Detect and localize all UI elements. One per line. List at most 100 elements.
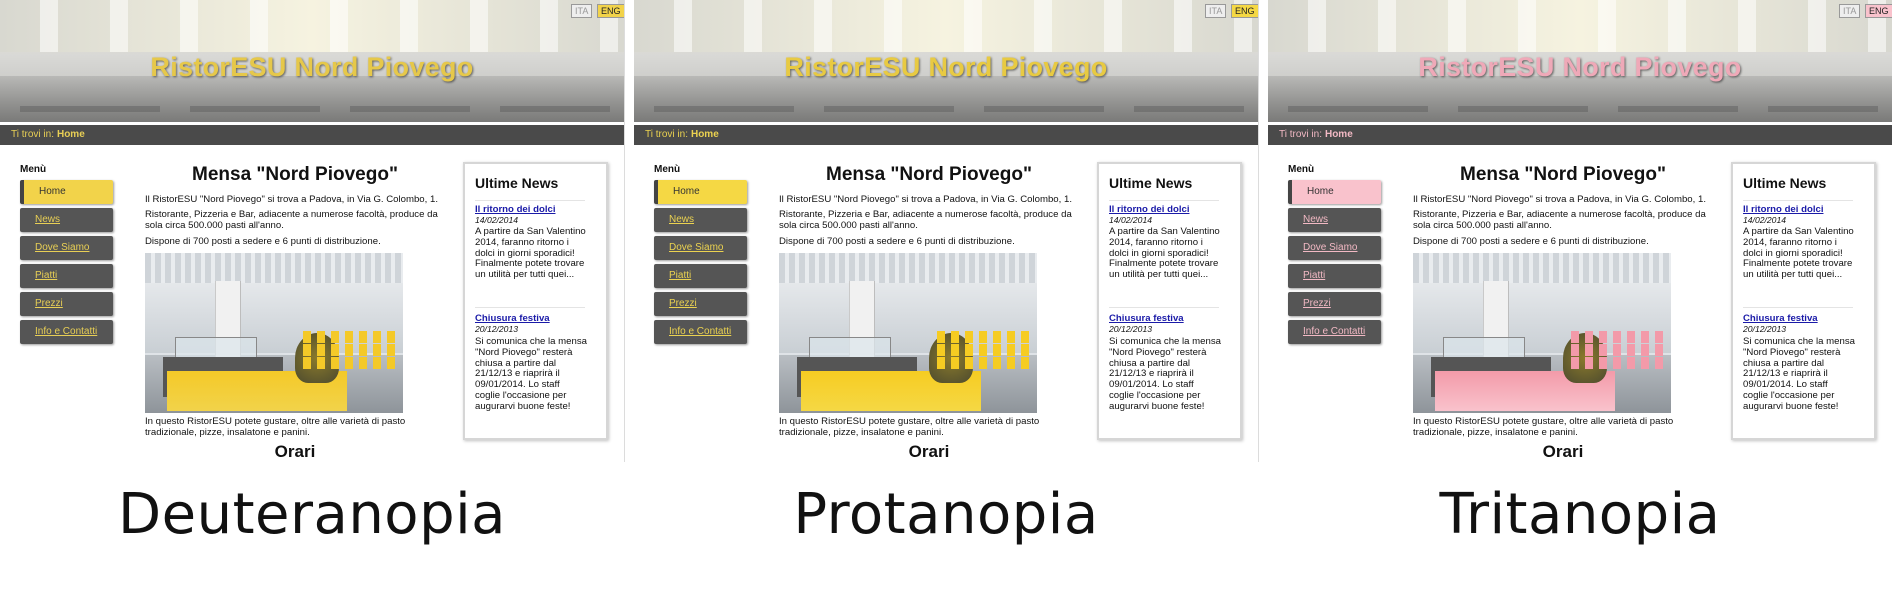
photo-chair: [345, 331, 353, 343]
news-item-1-link[interactable]: Il ritorno dei dolci: [475, 204, 555, 215]
banner-table-row: [350, 106, 470, 112]
lang-eng-button[interactable]: ENG: [597, 4, 624, 18]
photo-chair: [1021, 344, 1029, 356]
news-item-1-date: 14/02/2014: [475, 215, 519, 225]
menu-item-news[interactable]: News: [20, 208, 113, 232]
menu-item-label: News: [35, 214, 61, 225]
banner-table-row: [824, 106, 954, 112]
photo-chair: [1021, 331, 1029, 343]
lang-eng-button[interactable]: ENG: [1231, 4, 1258, 18]
news-item-1-date: 14/02/2014: [1743, 215, 1787, 225]
photo-chair: [1655, 344, 1663, 356]
photo-chair: [1007, 344, 1015, 356]
banner-ceiling-light: [180, 0, 198, 52]
menu-item-piatti[interactable]: Piatti: [20, 264, 113, 288]
news-item-2-date: 20/12/2013: [1109, 324, 1153, 334]
menu-item-dove-siamo[interactable]: Dove Siamo: [1288, 236, 1381, 260]
header-banner: RistorESU Nord Piovego ITA ENG: [634, 0, 1258, 122]
news-item-1-link[interactable]: Il ritorno dei dolci: [1743, 204, 1823, 215]
banner-ceiling-light: [110, 0, 128, 52]
menu-item-home[interactable]: Home: [654, 180, 747, 204]
menu-item-dove-siamo[interactable]: Dove Siamo: [654, 236, 747, 260]
banner-ceiling-light: [1668, 0, 1686, 52]
menu-item-prezzi[interactable]: Prezzi: [20, 292, 113, 316]
menu-item-piatti[interactable]: Piatti: [654, 264, 747, 288]
menu-item-info-e-contatti[interactable]: Info e Contatti: [20, 320, 113, 344]
description-text: Ristorante, Pizzeria e Bar, adiacente a …: [1413, 209, 1706, 231]
menu-item-home[interactable]: Home: [20, 180, 113, 204]
food-text: In questo RistorESU potete gustare, oltr…: [1413, 416, 1674, 438]
food-text: In questo RistorESU potete gustare, oltr…: [145, 416, 406, 438]
photo-chair: [979, 344, 987, 356]
banner-table-row: [500, 106, 610, 112]
photo-chair: [373, 357, 381, 369]
photo-chair: [993, 357, 1001, 369]
menu-item-prezzi[interactable]: Prezzi: [1288, 292, 1381, 316]
menu-title: Menù: [1288, 164, 1315, 175]
description-text: Ristorante, Pizzeria e Bar, adiacente a …: [145, 209, 438, 231]
menu-item-dove-siamo[interactable]: Dove Siamo: [20, 236, 113, 260]
menu-item-label: Home: [39, 186, 66, 197]
breadcrumb: Ti trovi in: Home: [0, 125, 624, 145]
news-item-2-link[interactable]: Chiusura festiva: [1109, 313, 1184, 324]
news-item-2-text: Si comunica che la mensa "Nord Piovego" …: [475, 336, 587, 412]
photo-chair: [1599, 357, 1607, 369]
photo-chairs: [303, 331, 403, 371]
website-panel-deuteranopia: RistorESU Nord Piovego ITA ENG Ti trovi in:…: [0, 0, 625, 462]
menu-item-news[interactable]: News: [1288, 208, 1381, 232]
lang-eng-button[interactable]: ENG: [1865, 4, 1892, 18]
photo-chair: [1599, 331, 1607, 343]
photo-chair: [951, 344, 959, 356]
photo-chair: [387, 344, 395, 356]
menu-item-info-e-contatti[interactable]: Info e Contatti: [1288, 320, 1381, 344]
news-item-2-text: Si comunica che la mensa "Nord Piovego" …: [1109, 336, 1221, 412]
lang-ita-button[interactable]: ITA: [571, 4, 593, 18]
menu-item-home[interactable]: Home: [1288, 180, 1381, 204]
site-title: RistorESU Nord Piovego: [1418, 52, 1742, 82]
breadcrumb-current[interactable]: Home: [1325, 129, 1353, 140]
photo-chair: [937, 331, 945, 343]
photo-chair: [345, 344, 353, 356]
banner-table-row: [20, 106, 160, 112]
breadcrumb-text: Ti trovi in: Home: [634, 125, 1258, 145]
banner-ceiling: [634, 0, 1258, 52]
lang-ita-button[interactable]: ITA: [1205, 4, 1227, 18]
banner-ceiling-light: [250, 0, 268, 52]
news-heading: Ultime News: [1109, 175, 1193, 191]
banner-table-row: [1458, 106, 1588, 112]
lang-ita-button[interactable]: ITA: [1839, 4, 1861, 18]
banner-ceiling-light: [814, 0, 832, 52]
banner-table-row: [1768, 106, 1878, 112]
photo-chair: [951, 331, 959, 343]
page-title: Mensa "Nord Piovego": [1460, 164, 1666, 185]
website-panel-protanopia: RistorESU Nord Piovego ITA ENG Ti trovi in:…: [634, 0, 1259, 462]
menu-item-news[interactable]: News: [654, 208, 747, 232]
news-item-1-link[interactable]: Il ritorno dei dolci: [1109, 204, 1189, 215]
menu-title: Menù: [654, 164, 681, 175]
photo-chair: [359, 344, 367, 356]
breadcrumb-current[interactable]: Home: [691, 129, 719, 140]
menu-title: Menù: [20, 164, 47, 175]
news-item-2-link[interactable]: Chiusura festiva: [475, 313, 550, 324]
news-item-2-link[interactable]: Chiusura festiva: [1743, 313, 1818, 324]
photo-chair: [373, 331, 381, 343]
orari-heading: Orari: [274, 442, 316, 461]
site-title: RistorESU Nord Piovego: [784, 52, 1108, 82]
photo-chair: [1007, 357, 1015, 369]
news-separator: [475, 200, 585, 201]
news-separator: [475, 307, 585, 308]
banner-ceiling-light: [1598, 0, 1616, 52]
menu-item-piatti[interactable]: Piatti: [1288, 264, 1381, 288]
photo-chair: [993, 331, 1001, 343]
photo-chair: [965, 344, 973, 356]
menu-item-label: Info e Contatti: [1303, 326, 1366, 337]
photo-chair: [303, 344, 311, 356]
banner-table-row: [984, 106, 1104, 112]
canteen-photo: [145, 253, 403, 413]
banner-table-row: [1618, 106, 1738, 112]
banner-ceiling-light: [540, 0, 558, 52]
menu-item-prezzi[interactable]: Prezzi: [654, 292, 747, 316]
breadcrumb-current[interactable]: Home: [57, 129, 85, 140]
menu-item-info-e-contatti[interactable]: Info e Contatti: [654, 320, 747, 344]
breadcrumb-text: Ti trovi in: Home: [0, 125, 624, 145]
